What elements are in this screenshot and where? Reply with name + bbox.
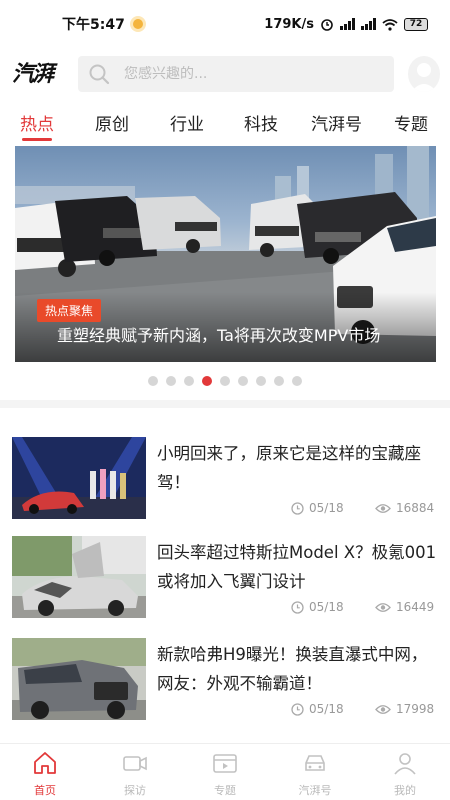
car-icon [305, 755, 325, 771]
carousel-dot[interactable] [220, 376, 230, 386]
nav-qipaihao-label: 汽湃号 [298, 784, 332, 797]
weather-icon [132, 19, 143, 29]
nav-home[interactable]: 首页 [15, 750, 75, 798]
search-icon [89, 64, 110, 85]
play-panel-icon [213, 754, 237, 773]
category-tabs: 热点 原创 行业 科技 汽湃号 专题 [0, 110, 450, 146]
nav-qipaihao[interactable]: 汽湃号 [285, 750, 345, 798]
carousel-dot[interactable] [274, 376, 284, 386]
alarm-icon [321, 19, 333, 31]
status-left: 下午5:47 [62, 14, 143, 34]
news-date-text: 05/18 [309, 702, 344, 716]
clock-icon [291, 702, 304, 716]
status-time: 下午5:47 [62, 17, 125, 33]
news-thumbnail [12, 536, 146, 618]
video-camera-icon [123, 756, 147, 771]
status-right: 179K/s 72 [264, 17, 428, 32]
tab-original[interactable]: 原创 [95, 110, 129, 135]
signal-icon-2 [361, 18, 376, 30]
carousel-dot[interactable] [148, 376, 158, 386]
nav-visit-label: 探访 [124, 784, 146, 797]
search-box[interactable] [78, 56, 394, 92]
user-icon [394, 753, 416, 775]
carousel-dot[interactable] [184, 376, 194, 386]
carousel-dot[interactable] [238, 376, 248, 386]
eye-icon [375, 503, 391, 513]
nav-topics[interactable]: 专题 [195, 750, 255, 798]
news-date: 05/18 [291, 702, 344, 716]
news-title[interactable]: 新款哈弗H9曝光！换装直瀑式中网，网友：外观不输霸道！ [157, 640, 439, 698]
news-views-text: 16884 [396, 501, 435, 515]
news-date: 05/18 [291, 600, 344, 614]
news-item[interactable]: 小明回来了，原来它是这样的宝藏座驾！ 05/18 16884 [0, 437, 450, 537]
bottom-nav: 首页 探访 专题 汽湃号 我的 [0, 743, 450, 800]
eye-icon [375, 704, 391, 714]
news-views: 16884 [375, 501, 434, 515]
news-item[interactable]: 新款哈弗H9曝光！换装直瀑式中网，网友：外观不输霸道！ 05/18 17998 [0, 638, 450, 738]
nav-mine[interactable]: 我的 [375, 750, 435, 798]
news-title[interactable]: 小明回来了，原来它是这样的宝藏座驾！ [157, 439, 439, 497]
search-input[interactable] [124, 66, 354, 82]
nav-home-label: 首页 [34, 784, 56, 797]
tab-topics[interactable]: 专题 [394, 110, 428, 135]
carousel-indicator [148, 376, 302, 386]
news-date-text: 05/18 [309, 600, 344, 614]
nav-mine-label: 我的 [394, 784, 416, 797]
tab-tech[interactable]: 科技 [244, 110, 278, 135]
status-bar: 下午5:47 179K/s 72 [0, 0, 450, 48]
nav-visit[interactable]: 探访 [105, 750, 165, 798]
carousel-dot[interactable] [202, 376, 212, 386]
carousel-dot[interactable] [256, 376, 266, 386]
clock-icon [291, 501, 304, 515]
banner-title[interactable]: 重塑经典赋予新内涵，Ta将再次改变MPV市场 [57, 322, 380, 346]
active-tab-indicator [22, 138, 52, 141]
signal-icon [340, 18, 355, 30]
banner-carousel[interactable]: 热点聚焦 重塑经典赋予新内涵，Ta将再次改变MPV市场 [15, 146, 436, 362]
tab-industry[interactable]: 行业 [170, 110, 204, 135]
clock-icon [291, 600, 304, 614]
app-header: 汽湃 [0, 52, 450, 96]
news-views: 17998 [375, 702, 434, 716]
news-views-text: 16449 [396, 600, 435, 614]
banner-tag: 热点聚焦 [37, 299, 102, 322]
news-date-text: 05/18 [309, 501, 344, 515]
home-icon [34, 752, 56, 774]
news-views: 16449 [375, 600, 434, 614]
news-thumbnail [12, 437, 146, 519]
tab-hot[interactable]: 热点 [20, 110, 54, 135]
app-logo[interactable]: 汽湃 [12, 56, 56, 92]
carousel-dot[interactable] [292, 376, 302, 386]
user-icon [411, 63, 437, 92]
news-date: 05/18 [291, 501, 344, 515]
battery-icon: 72 [404, 17, 428, 31]
news-title[interactable]: 回头率超过特斯拉Model X？极氪001或将加入飞翼门设计 [157, 538, 439, 596]
eye-icon [375, 602, 391, 612]
net-speed: 179K/s [264, 16, 314, 32]
nav-topics-label: 专题 [214, 784, 236, 797]
carousel-dot[interactable] [166, 376, 176, 386]
wifi-icon [382, 18, 398, 31]
news-thumbnail [12, 638, 146, 720]
section-divider [0, 400, 450, 408]
tab-qipaihao[interactable]: 汽湃号 [311, 110, 362, 135]
news-views-text: 17998 [396, 702, 435, 716]
news-item[interactable]: 回头率超过特斯拉Model X？极氪001或将加入飞翼门设计 05/18 164… [0, 536, 450, 636]
avatar[interactable] [408, 56, 440, 92]
